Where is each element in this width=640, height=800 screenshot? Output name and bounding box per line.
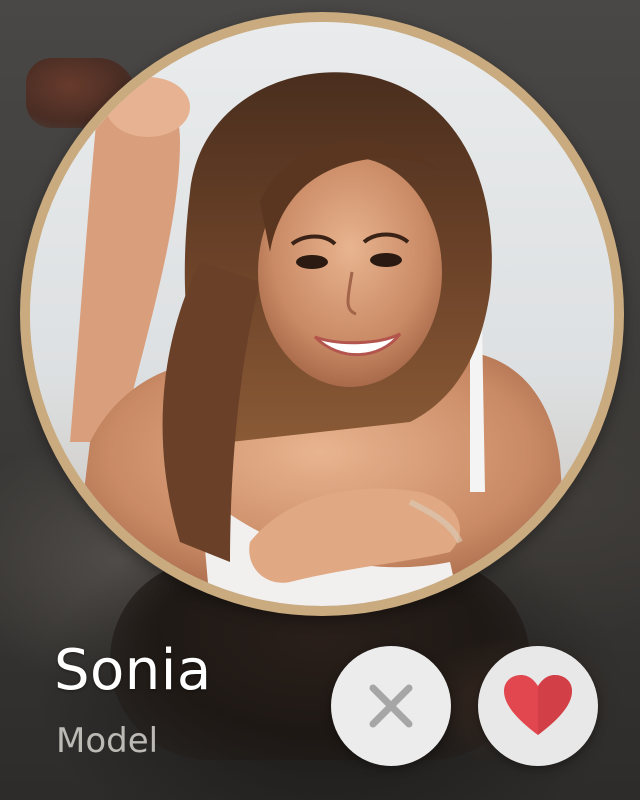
profile-card-screen: Sonia Model	[0, 0, 640, 800]
profile-photo[interactable]	[30, 22, 614, 606]
profile-photo-ring	[20, 12, 624, 616]
heart-icon	[504, 675, 572, 735]
profile-role: Model	[56, 721, 159, 761]
profile-name: Sonia	[54, 638, 212, 703]
dislike-button[interactable]	[331, 646, 451, 766]
like-button[interactable]	[478, 646, 598, 766]
close-icon	[369, 684, 413, 728]
profile-photo-image	[30, 22, 614, 606]
